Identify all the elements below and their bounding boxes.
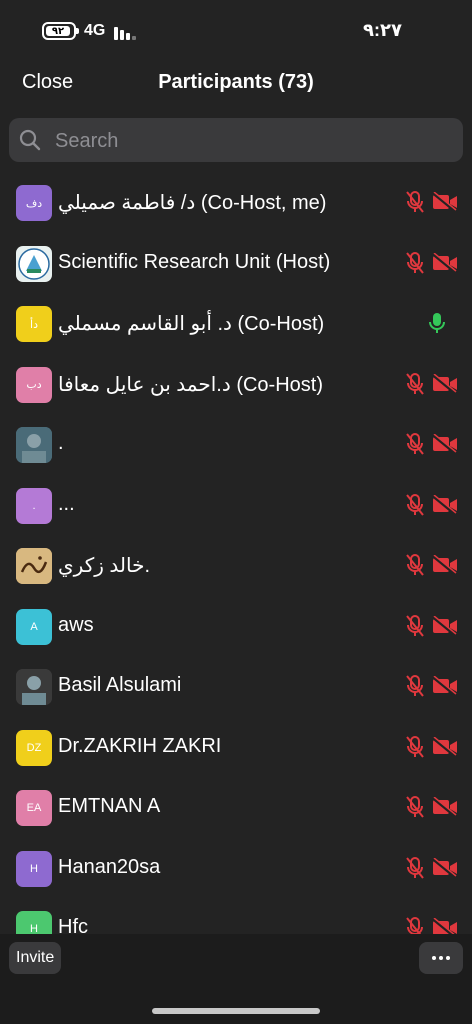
video-off-icon[interactable] [432,433,458,459]
avatar: دف [16,185,52,221]
avatar: دب [16,366,52,403]
microphone-muted-icon[interactable] [404,916,426,934]
participant-row[interactable]: Aaws [0,596,472,657]
network-type: 4G [84,22,106,39]
nav-bar: Close Participants (73) [0,62,472,104]
participant-row[interactable]: دب د.احمد بن عايل معافا (Co-Host) [0,354,472,415]
participant-name: aws [58,613,94,636]
video-off-icon[interactable] [432,735,458,762]
participant-name: د. أبو القاسم مسملي (Co-Host) [58,313,325,335]
participant-name: . [58,432,64,454]
participant-row[interactable]: دف د/ فاطمة صميلي (Co-Host, me) [0,172,472,233]
participant-row[interactable]: EA EMTNAN A [0,777,472,838]
avatar [16,669,52,705]
avatar: . [16,487,52,524]
battery-icon: ٩٢ [42,22,79,40]
participant-list: دف د/ فاطمة صميلي (Co-Host, me) Scientific… [0,172,472,934]
participant-row[interactable]: Scientific Research Unit (Host) [0,233,472,294]
avatar [16,427,52,463]
video-off-icon[interactable] [432,917,458,934]
microphone-muted-icon[interactable] [404,372,426,401]
microphone-muted-icon[interactable] [404,674,426,703]
video-off-icon[interactable] [432,614,458,641]
participant-row[interactable]: . [0,414,472,475]
more-options-button[interactable] [419,942,463,974]
participant-row[interactable]: H Hfc [0,898,472,934]
avatar [16,548,52,584]
search-icon [19,129,41,151]
participant-name: Hanan20sa [58,855,161,878]
participant-row[interactable]: خالد زكري. [0,535,472,596]
microphone-muted-icon[interactable] [404,190,426,219]
home-indicator [152,1008,320,1014]
video-off-icon[interactable] [432,372,458,399]
microphone-muted-icon[interactable] [404,735,426,764]
participant-row[interactable]: DZ Dr.ZAKRIH ZAKRI [0,717,472,778]
microphone-muted-icon[interactable] [404,856,426,885]
participant-name: خالد زكري. [58,555,151,577]
status-bar: ٩٢ 4G ٩:٢٧ [0,0,472,62]
avatar: EA [16,790,52,826]
avatar: A [16,608,52,645]
avatar [16,245,52,282]
microphone-muted-icon[interactable] [404,553,426,582]
participant-name: Scientific Research Unit (Host) [58,250,331,273]
bottom-bar: Invite [0,934,472,1024]
microphone-muted-icon[interactable] [404,432,426,461]
microphone-muted-icon[interactable] [404,251,426,280]
avatar: H [16,850,52,887]
avatar: DZ [16,729,52,766]
video-off-icon[interactable] [432,675,458,701]
avatar: H [16,911,52,934]
participant-row[interactable]: Basil Alsulami [0,656,472,717]
participant-row[interactable]: .... [0,475,472,536]
video-off-icon[interactable] [432,191,458,217]
invite-button[interactable]: Invite [9,942,62,974]
video-off-icon[interactable] [432,796,458,822]
avatar: دأ [16,306,52,342]
microphone-on-icon[interactable] [426,311,448,340]
microphone-muted-icon[interactable] [404,614,426,643]
video-off-icon[interactable] [432,554,458,580]
video-off-icon[interactable] [432,493,458,520]
participant-name: Dr.ZAKRIH ZAKRI [58,734,222,757]
participant-name: EMTNAN A [58,795,161,817]
video-off-icon[interactable] [432,856,458,883]
clock: ٩:٢٧ [363,20,402,40]
video-off-icon[interactable] [432,251,458,278]
participant-name: Basil Alsulami [58,674,182,696]
search-bar [9,118,463,164]
participant-name: د.احمد بن عايل معافا (Co-Host) [58,373,323,396]
battery-level: ٩٢ [46,26,70,37]
microphone-muted-icon[interactable] [404,493,426,522]
search-input[interactable] [53,118,457,164]
signal-icon [114,24,138,40]
participant-name: Hfc [58,916,88,934]
participant-row[interactable]: دأ د. أبو القاسم مسملي (Co-Host) [0,293,472,354]
page-title: Participants (73) [158,71,314,93]
participant-name: د/ فاطمة صميلي (Co-Host, me) [58,192,327,214]
participant-row[interactable]: H Hanan20sa [0,838,472,899]
ellipsis-icon [432,956,436,960]
microphone-muted-icon[interactable] [404,795,426,824]
participant-name: ... [58,492,75,515]
